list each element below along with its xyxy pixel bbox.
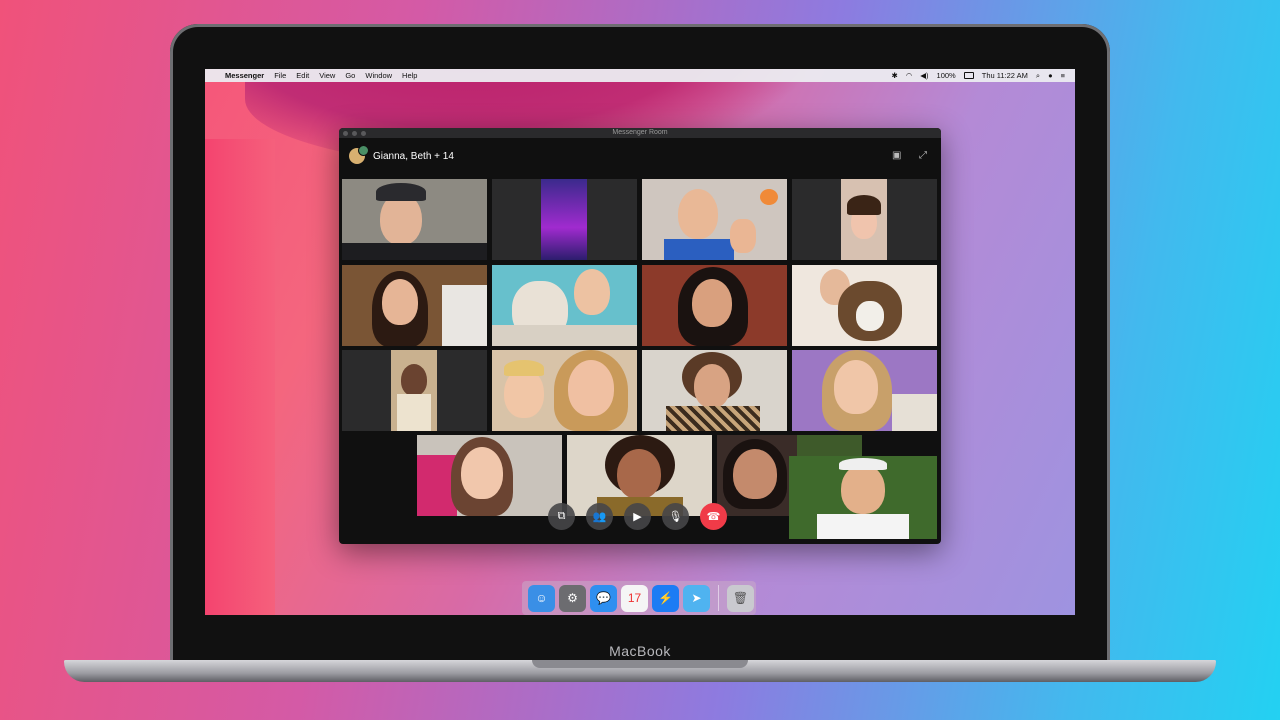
laptop-notch (532, 660, 748, 668)
messenger-icon[interactable]: ⚡ (652, 584, 679, 612)
volume-icon[interactable]: ◀) (920, 71, 928, 80)
minimize-window-button[interactable] (352, 130, 357, 136)
wallpaper-side (205, 139, 275, 615)
clock[interactable]: Thu 11:22 AM (982, 71, 1028, 80)
end-call-button[interactable]: ☎ (700, 503, 727, 530)
participant-video (841, 179, 887, 260)
mic-button[interactable]: 🎙 (662, 503, 689, 530)
video-tile[interactable] (792, 265, 937, 346)
people-icon: 👥 (592, 511, 607, 523)
battery-percent: 100% (936, 71, 956, 80)
video-tile[interactable] (492, 265, 637, 346)
room-name: Gianna, Beth + 14 (373, 150, 454, 162)
wifi-icon[interactable]: ◠ (906, 71, 913, 80)
screen: Messenger File Edit View Go Window Help … (205, 69, 1075, 615)
participant-face (574, 269, 610, 315)
menu-file[interactable]: File (274, 71, 286, 80)
video-tile[interactable] (342, 179, 487, 260)
system-preferences-icon[interactable]: ⚙ (559, 584, 586, 612)
camera-button[interactable]: ▶ (624, 503, 651, 530)
video-tile[interactable] (792, 179, 937, 260)
menu-edit[interactable]: Edit (296, 71, 309, 80)
dock: ☺ ⚙ 💬 17 ⚡ ➤ 🗑 (522, 581, 756, 615)
participant-face (841, 464, 885, 514)
zoom-window-button[interactable] (361, 130, 366, 136)
video-tile[interactable] (492, 179, 637, 260)
video-tile[interactable] (642, 350, 787, 431)
video-tile[interactable] (492, 350, 637, 431)
participant-face (834, 360, 878, 414)
participant-face (617, 449, 661, 499)
participant-face (461, 447, 503, 499)
participant-face (733, 449, 777, 499)
video-tile[interactable] (642, 179, 787, 260)
menu-go[interactable]: Go (345, 71, 355, 80)
participant-face (382, 279, 418, 325)
maps-icon[interactable]: ➤ (683, 584, 710, 612)
video-tile[interactable] (417, 435, 562, 516)
share-screen-icon: ⧉ (557, 510, 566, 522)
participant-face (678, 189, 718, 239)
room-header: Gianna, Beth + 14 (349, 145, 454, 164)
dock-separator (718, 585, 719, 611)
calendar-icon[interactable]: 17 (621, 584, 648, 612)
participants-button[interactable]: 👥 (586, 503, 613, 530)
finder-icon[interactable]: ☺ (528, 584, 555, 612)
fullscreen-icon[interactable]: ⤢ (919, 150, 927, 161)
menu-app-name[interactable]: Messenger (225, 71, 264, 80)
room-avatar (349, 145, 369, 164)
participant-hat (376, 183, 426, 201)
participant-face (694, 364, 730, 408)
messages-icon[interactable]: 💬 (590, 584, 617, 612)
video-tile-self[interactable] (789, 456, 937, 539)
video-tile[interactable] (342, 350, 487, 431)
menu-window[interactable]: Window (365, 71, 392, 80)
search-icon[interactable]: ⌕ (1036, 71, 1040, 81)
notification-center-icon[interactable]: ≡ (1061, 71, 1065, 80)
participant-face (692, 279, 732, 327)
video-tile[interactable] (342, 265, 487, 346)
bluetooth-icon[interactable]: ✱ (891, 71, 897, 80)
layout-icon[interactable]: ▣ (892, 150, 901, 161)
participant-video (391, 350, 437, 431)
battery-icon[interactable] (963, 72, 974, 79)
close-window-button[interactable] (343, 130, 348, 136)
share-screen-button[interactable]: ⧉ (548, 503, 575, 530)
participant-face (568, 360, 614, 416)
siri-icon[interactable]: ● (1048, 71, 1053, 80)
call-controls: ⧉ 👥 ▶ 🎙 ☎ (548, 503, 727, 530)
hang-up-icon: ☎ (706, 511, 721, 523)
microphone-icon: 🎙 (668, 511, 683, 523)
trash-icon[interactable]: 🗑 (727, 584, 754, 612)
laptop-brand: MacBook (609, 643, 671, 659)
video-tile[interactable] (792, 350, 937, 431)
video-camera-icon: ▶ (633, 511, 642, 523)
window-title: Messenger Room (612, 129, 668, 136)
messenger-room-window: Messenger Room Gianna, Beth + 14 ▣ ⤢ ⧉ 👥… (339, 128, 941, 544)
menu-help[interactable]: Help (402, 71, 417, 80)
menu-bar: Messenger File Edit View Go Window Help … (205, 69, 1075, 82)
window-titlebar: Messenger Room (339, 128, 941, 138)
video-tile[interactable] (642, 265, 787, 346)
menu-view[interactable]: View (319, 71, 335, 80)
participant-video (541, 179, 587, 260)
